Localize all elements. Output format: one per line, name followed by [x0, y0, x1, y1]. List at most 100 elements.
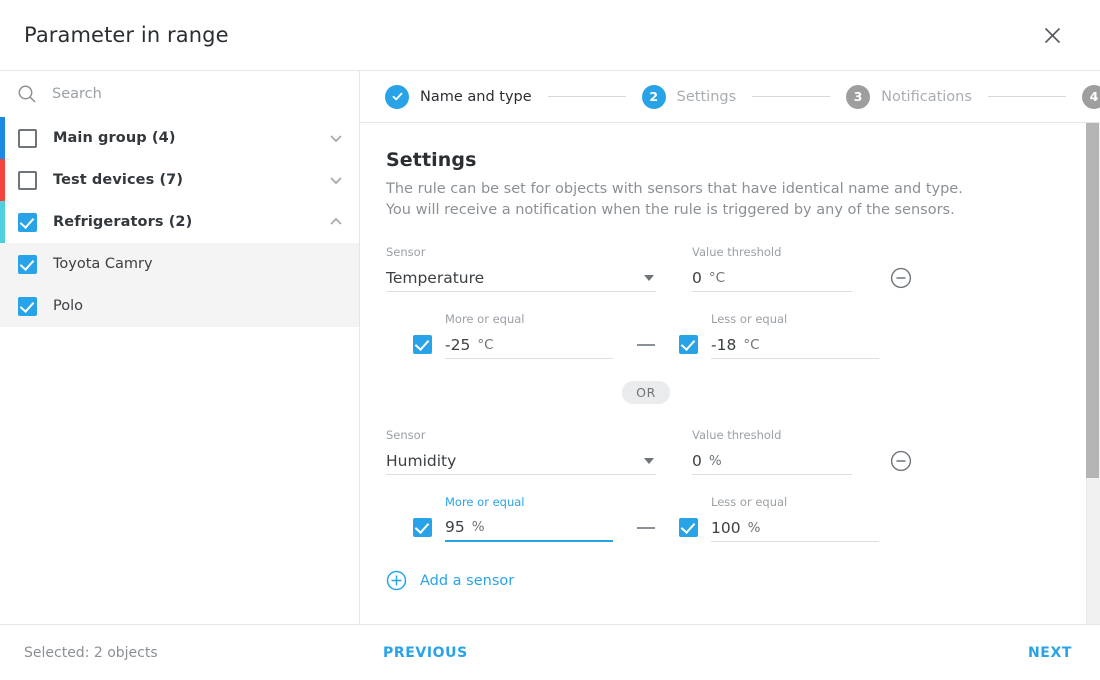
step-label: Notifications [881, 88, 972, 105]
max-enabled-checkbox[interactable] [679, 335, 698, 354]
list-item[interactable]: Toyota Camry [0, 243, 359, 285]
min-value-field[interactable]: More or equal -25 °C [445, 312, 613, 359]
selected-count-label: Selected: 2 objects [24, 644, 158, 661]
step-connector [752, 96, 831, 97]
tree-children: Toyota Camry Polo [0, 243, 359, 327]
object-tree-sidebar: Main group (4) Test devices (7) [0, 71, 360, 624]
value-threshold-label: Value threshold [692, 245, 782, 259]
value-threshold-value: 0 [692, 268, 702, 287]
parameter-in-range-dialog: Parameter in range Search Main group (4)… [0, 0, 1100, 680]
chevron-down-icon[interactable] [644, 274, 654, 281]
sensor-block-temperature: Sensor Temperature Value threshold 0 °C … [386, 245, 1100, 359]
min-field-value: -25 [445, 335, 471, 354]
value-threshold-field[interactable]: Value threshold 0 % [692, 428, 852, 475]
step-name-and-type[interactable]: Name and type [385, 84, 532, 109]
step-label: Settings [676, 88, 737, 105]
min-range-item: More or equal 95 % [413, 495, 613, 542]
min-value-field[interactable]: More or equal 95 % [445, 495, 613, 542]
range-dash-separator [637, 527, 655, 529]
settings-description-line2: You will receive a notification when the… [386, 202, 955, 218]
step-notifications[interactable]: 3 Notifications [846, 84, 972, 109]
max-enabled-checkbox[interactable] [679, 518, 698, 537]
child-checkbox[interactable] [18, 296, 37, 316]
chevron-down-icon[interactable] [327, 129, 345, 147]
max-field-label: Less or equal [711, 495, 788, 509]
chevron-down-icon[interactable] [327, 171, 345, 189]
minus-circle-icon[interactable] [890, 267, 912, 289]
tree-group-test-devices[interactable]: Test devices (7) [0, 159, 359, 201]
minus-circle-icon[interactable] [890, 450, 912, 472]
min-enabled-checkbox[interactable] [413, 335, 432, 354]
tree-child-label: Polo [53, 298, 83, 314]
close-icon[interactable] [1038, 21, 1066, 49]
add-sensor-button[interactable]: Add a sensor [386, 570, 514, 591]
step-schedule[interactable]: 4 Schedule [1081, 84, 1100, 109]
check-icon [385, 84, 409, 109]
max-field-unit: °C [743, 336, 760, 353]
max-range-item: Less or equal -18 °C [679, 312, 879, 359]
step-number: 3 [846, 84, 871, 109]
dialog-title: Parameter in range [24, 23, 229, 47]
sensor-select-field[interactable]: Sensor Temperature [386, 245, 656, 292]
group-accent-bar [0, 159, 5, 201]
chevron-up-icon[interactable] [327, 213, 345, 231]
tree-group-refrigerators[interactable]: Refrigerators (2) [0, 201, 359, 243]
group-checkbox[interactable] [18, 212, 37, 232]
next-button[interactable]: NEXT [1028, 645, 1072, 661]
value-threshold-unit: °C [708, 269, 726, 286]
sensor-block-humidity: Sensor Humidity Value threshold 0 % More… [386, 428, 1100, 542]
child-checkbox[interactable] [18, 254, 37, 274]
status-badge: OR [622, 381, 670, 404]
step-number: 2 [641, 84, 666, 109]
range-dash-separator [637, 344, 655, 346]
max-value-field[interactable]: Less or equal -18 °C [711, 312, 879, 359]
dialog-titlebar: Parameter in range [0, 0, 1100, 71]
settings-content: Settings The rule can be set for objects… [360, 123, 1100, 624]
group-accent-bar [0, 201, 5, 243]
tree-child-label: Toyota Camry [53, 256, 153, 272]
step-connector [547, 96, 626, 97]
max-field-value: 100 [711, 518, 741, 537]
sensor-header-row: Sensor Humidity Value threshold 0 % [386, 428, 1100, 475]
sensor-header-row: Sensor Temperature Value threshold 0 °C [386, 245, 1100, 292]
search-input[interactable] [52, 86, 292, 102]
settings-description-line1: The rule can be set for objects with sen… [386, 181, 963, 197]
chevron-down-icon[interactable] [644, 457, 654, 464]
sensor-range-row: More or equal 95 % Less or equal 100 % [386, 495, 1100, 542]
wizard-stepper: Name and type 2 Settings 3 Notifications… [360, 71, 1100, 123]
object-tree: Main group (4) Test devices (7) Refriger… [0, 113, 359, 624]
group-checkbox[interactable] [18, 170, 37, 190]
scrollbar-thumb[interactable] [1086, 123, 1099, 478]
wizard-main-panel: Name and type 2 Settings 3 Notifications… [360, 71, 1100, 624]
plus-circle-icon [386, 570, 407, 591]
dialog-body: Main group (4) Test devices (7) [0, 71, 1100, 624]
sensor-select-field[interactable]: Sensor Humidity [386, 428, 656, 475]
sensor-select-value: Humidity [386, 451, 457, 470]
search-icon [16, 83, 38, 105]
max-field-label: Less or equal [711, 312, 788, 326]
sensor-range-row: More or equal -25 °C Less or equal -18 °… [386, 312, 1100, 359]
max-range-item: Less or equal 100 % [679, 495, 879, 542]
max-value-field[interactable]: Less or equal 100 % [711, 495, 879, 542]
min-enabled-checkbox[interactable] [413, 518, 432, 537]
value-threshold-field[interactable]: Value threshold 0 °C [692, 245, 852, 292]
min-field-label: More or equal [445, 312, 525, 326]
group-checkbox[interactable] [18, 128, 37, 148]
min-field-unit: °C [477, 336, 494, 353]
step-settings[interactable]: 2 Settings [641, 84, 737, 109]
search-row [0, 75, 359, 113]
sensor-select-value: Temperature [386, 268, 485, 287]
min-field-unit: % [471, 519, 485, 535]
scrollbar-track[interactable] [1086, 123, 1100, 624]
previous-button[interactable]: PREVIOUS [383, 645, 468, 661]
list-item[interactable]: Polo [0, 285, 359, 327]
tree-group-label: Main group (4) [53, 130, 176, 146]
value-threshold-value: 0 [692, 451, 702, 470]
tree-group-main-group[interactable]: Main group (4) [0, 117, 359, 159]
add-sensor-label: Add a sensor [420, 572, 515, 589]
step-connector [987, 96, 1066, 97]
sensor-field-label: Sensor [386, 428, 426, 442]
min-field-label: More or equal [445, 495, 525, 509]
page-title: Settings [386, 149, 477, 171]
max-field-unit: % [747, 519, 761, 536]
